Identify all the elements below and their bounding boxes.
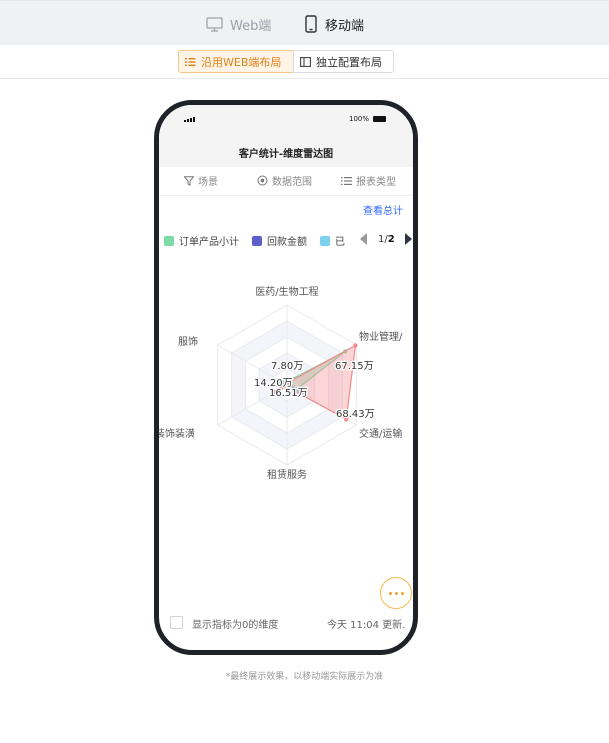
radar-axis-label: 租赁服务 bbox=[267, 468, 307, 481]
show-zero-label: 显示指标为0的维度 bbox=[192, 620, 279, 631]
mobile-preview-frame: 100% 客户统计-维度雷达图 场景 数据范围 报表类型 查看总计 订单产品小计… bbox=[154, 100, 418, 655]
radar-axis-label: 服饰 bbox=[178, 335, 198, 348]
filter-data-range-label: 数据范围 bbox=[272, 177, 312, 188]
filter-report-type-label: 报表类型 bbox=[356, 177, 396, 188]
more-dot-icon bbox=[400, 591, 404, 595]
legend-next-icon[interactable] bbox=[404, 233, 412, 245]
filter-scene-label: 场景 bbox=[198, 177, 218, 188]
layout-option-inherit-web-label: 沿用WEB端布局 bbox=[201, 55, 282, 69]
legend-item-third[interactable]: 已 bbox=[320, 233, 345, 248]
show-zero-checkbox[interactable] bbox=[170, 616, 183, 629]
target-icon bbox=[257, 175, 268, 186]
chart-footer: 显示指标为0的维度 今天 11:04 更新. bbox=[159, 611, 413, 635]
legend-label: 已 bbox=[335, 237, 345, 248]
layout-option-independent[interactable]: 独立配置布局 bbox=[293, 50, 394, 73]
radar-axis-label: 医药/生物工程 bbox=[255, 285, 318, 298]
legend-swatch bbox=[164, 235, 174, 246]
battery-icon bbox=[373, 116, 386, 122]
footnote: *最终展示效果，以移动端实际展示为准 bbox=[225, 672, 384, 682]
list-icon bbox=[185, 57, 196, 66]
legend-swatch bbox=[252, 235, 262, 246]
radar-axis-label: /装饰装潢 bbox=[159, 427, 195, 440]
radar-axis-label: 交通/运输 bbox=[359, 427, 402, 440]
legend-prev-icon[interactable] bbox=[360, 233, 367, 245]
legend-label: 订单产品小计 bbox=[179, 237, 239, 248]
legend-item-payment-amount[interactable]: 回款金额 bbox=[252, 233, 307, 248]
radar-data-label: 16.51万 bbox=[269, 388, 308, 399]
filter-data-range[interactable]: 数据范围 bbox=[257, 173, 312, 188]
battery-percent: 100% bbox=[349, 115, 370, 123]
chart-legend: 订单产品小计 回款金额 已 1/2 bbox=[164, 233, 413, 249]
report-title-bar: 客户统计-维度雷达图 bbox=[159, 135, 413, 167]
more-dot-icon bbox=[394, 591, 398, 595]
radar-data-label: 7.80万 bbox=[271, 361, 303, 372]
legend-item-order-subtotal[interactable]: 订单产品小计 bbox=[164, 233, 239, 248]
view-total-link[interactable]: 查看总计 bbox=[363, 202, 403, 217]
filter-report-type[interactable]: 报表类型 bbox=[341, 173, 396, 188]
more-actions-button[interactable] bbox=[380, 577, 412, 609]
tab-web[interactable]: Web端 bbox=[206, 13, 271, 35]
legend-pager: 1/2 bbox=[360, 233, 412, 245]
platform-tab-bar: Web端 移动端 bbox=[0, 0, 609, 45]
filter-bar: 场景 数据范围 报表类型 bbox=[159, 167, 413, 196]
signal-icon bbox=[184, 117, 195, 122]
mobile-icon bbox=[305, 15, 317, 33]
legend-swatch bbox=[320, 235, 330, 246]
legend-page-total: 2 bbox=[387, 233, 395, 245]
tab-web-label: Web端 bbox=[230, 18, 272, 34]
radar-axis-label: 物业管理/ bbox=[359, 330, 403, 343]
radar-chart: 医药/生物工程物业管理/交通/运输租赁服务/装饰装潢 服饰 67.15万 7.80万 1… bbox=[159, 285, 403, 481]
list-icon bbox=[341, 176, 352, 185]
phone-status-bar: 100% bbox=[159, 105, 413, 135]
tab-mobile[interactable]: 移动端 bbox=[304, 13, 364, 35]
filter-icon bbox=[184, 175, 194, 186]
radar-point bbox=[353, 343, 358, 348]
update-time: 今天 11:04 更新. bbox=[327, 620, 406, 631]
more-dot-icon bbox=[388, 591, 392, 595]
filter-scene[interactable]: 场景 bbox=[184, 173, 218, 188]
radar-data-label: 67.15万 bbox=[335, 361, 374, 372]
legend-label: 回款金额 bbox=[267, 237, 307, 248]
layout-switch-bar: 沿用WEB端布局 独立配置布局 bbox=[0, 45, 609, 79]
legend-page-indicator: 1/2 bbox=[378, 234, 395, 245]
layout-option-inherit-web[interactable]: 沿用WEB端布局 bbox=[178, 50, 294, 73]
radar-data-label: 68.43万 bbox=[336, 409, 375, 420]
tab-mobile-label: 移动端 bbox=[325, 18, 365, 34]
layout-option-independent-label: 独立配置布局 bbox=[316, 55, 382, 69]
panel-icon bbox=[300, 56, 311, 67]
monitor-icon bbox=[206, 16, 223, 32]
